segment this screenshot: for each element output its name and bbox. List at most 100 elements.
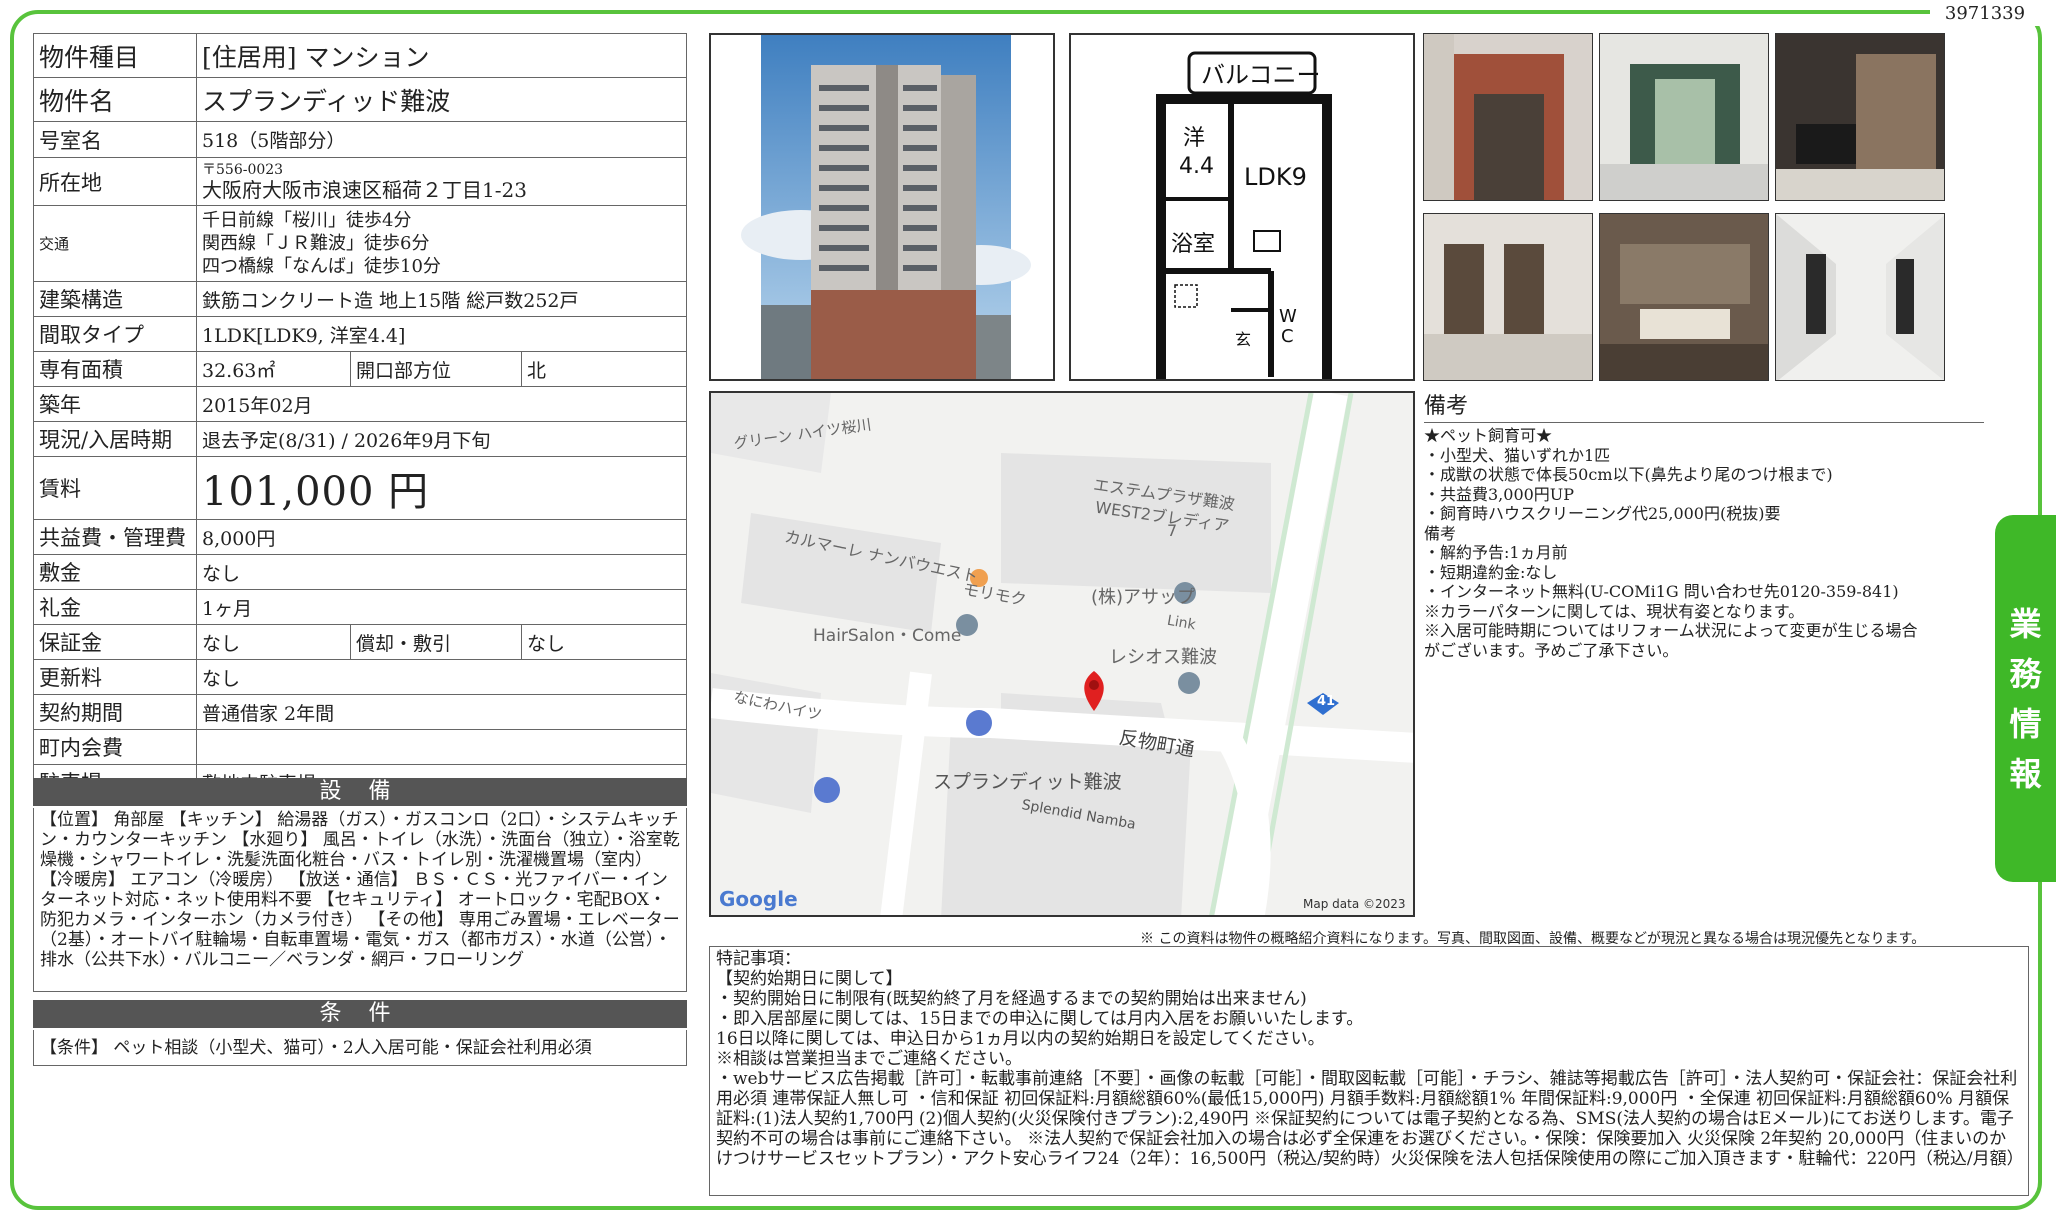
contract-value: 普通借家 2年間 xyxy=(196,694,687,730)
amortization-value: なし xyxy=(521,624,687,660)
remarks-heading: 備考 xyxy=(1424,388,1984,423)
remarks-line: がございます。予めご了承下さい。 xyxy=(1424,640,1679,660)
traffic-value: 千日前線「桜川」徒歩4分 関西線「ＪＲ難波」徒歩6分 四つ橋線「なんば」徒歩10… xyxy=(196,205,687,282)
facing-label: 開口部方位 xyxy=(350,351,522,387)
structure-label: 建築構造 xyxy=(33,281,197,317)
area-value: 32.63㎡ xyxy=(196,351,351,387)
remarks-line: ・飼育時ハウスクリーニング代25,000円(税抜)要 xyxy=(1424,504,1781,523)
equipment-text: 【位置】 角部屋 【キッチン】 給湯器（ガス）・ガスコンロ（2口）・システムキッ… xyxy=(33,808,687,992)
guarantee-value: なし xyxy=(196,624,351,660)
entrance-photo xyxy=(1599,33,1769,201)
map-label-reshios: レシオス難波 xyxy=(1109,647,1217,668)
location-map[interactable]: グリーン ハイツ桜川 エステムプラザ難波 WEST2ブレディア 7 カルマーレ … xyxy=(709,391,1415,917)
notes-line: ・契約開始日に制限有(既契約終了月を経過するまでの契約開始は出来ません) xyxy=(716,989,1307,1009)
notes-paragraph: ・webサービス広告掲載［許可］・転載事前連絡［不要］・画像の転載［可能］・間取… xyxy=(716,1069,2024,1169)
location-label: 所在地 xyxy=(33,157,197,206)
remarks-body: ★ペット飼育可★ ・小型犬、猫いずれか1匹 ・成獣の状態で体長50cm以下(鼻先… xyxy=(1424,426,1984,660)
remarks-line: 備考 xyxy=(1424,523,1457,543)
wc-label-c: C xyxy=(1281,326,1294,347)
entrance-label: 玄 xyxy=(1235,330,1251,349)
amortization-label: 償却・敷引 xyxy=(350,624,522,660)
special-notes: 特記事項： 【契約始期日に関して】 ・契約開始日に制限有(既契約終了月を経過する… xyxy=(709,946,2029,1196)
traffic-line: 四つ橋線「なんば」徒歩10分 xyxy=(202,256,441,277)
business-info-tab[interactable]: 業 務 情 報 xyxy=(1995,515,2056,882)
built-label: 築年 xyxy=(33,386,197,422)
lobby-photo xyxy=(1599,213,1769,381)
location-value: 〒556-0023 大阪府大阪市浪速区稲荷２丁目1-23 xyxy=(196,157,687,206)
area-label: 専有面積 xyxy=(33,351,197,387)
zip-code: 〒556-0023 xyxy=(202,161,284,178)
disclaimer: ※ この資料は物件の概略紹介資料になります。写真、間取図面、設備、概要などが現況… xyxy=(1140,931,1926,947)
tab-char: 情 xyxy=(2009,704,2042,743)
corridor-photo xyxy=(1775,213,1945,381)
map-label-estem-number: 7 xyxy=(1167,521,1178,540)
deposit-value: なし xyxy=(196,554,687,590)
bath-label: 浴室 xyxy=(1171,232,1215,257)
map-label-building: スプランディット難波 xyxy=(933,771,1122,793)
notes-line: 16日以降に関しては、申込日から1ヵ月以内の契約始期日を設定してください。 xyxy=(716,1029,1325,1049)
layout-label: 間取タイプ xyxy=(33,316,197,352)
town-fee-label: 町内会費 xyxy=(33,729,197,765)
renewal-value: なし xyxy=(196,659,687,695)
fee-label: 共益費・管理費 xyxy=(33,519,197,555)
western-room-label: 洋 xyxy=(1183,126,1205,151)
conditions-heading: 条 件 xyxy=(33,1000,687,1028)
tab-char: 報 xyxy=(2009,754,2042,793)
built-value: 2015年02月 xyxy=(196,386,687,422)
rent-label: 賃料 xyxy=(33,456,197,520)
town-fee-value xyxy=(196,729,687,765)
remarks-line: ・解約予告:1ヵ月前 xyxy=(1424,543,1568,562)
map-canvas xyxy=(711,393,1413,915)
type-value: [住居用] マンション xyxy=(196,33,687,78)
remarks-line: ・インターネット無料(U-COMi1G 問い合わせ先0120-359-841) xyxy=(1424,582,1899,601)
wc-label-w: W xyxy=(1279,306,1297,327)
room-label: 号室名 xyxy=(33,121,197,158)
contract-label: 契約期間 xyxy=(33,694,197,730)
notes-line: ・即入居部屋に関しては、15日までの申込に関しては月内入居をお願いいたします。 xyxy=(716,1009,1364,1029)
tab-char: 業 xyxy=(2009,604,2042,643)
name-label: 物件名 xyxy=(33,77,197,122)
renewal-label: 更新料 xyxy=(33,659,197,695)
building-photo xyxy=(741,35,1031,379)
facing-value: 北 xyxy=(521,351,687,387)
notes-line: 【契約始期日に関して】 xyxy=(716,969,903,989)
floor-plan: バルコニー 洋 4.4 LDK9 浴室 W C 玄 xyxy=(1156,51,1332,379)
remarks-line: ※カラーパターンに関しては、現状有姿となります。 xyxy=(1424,601,1805,621)
tab-char: 務 xyxy=(2009,654,2042,693)
status-value: 退去予定(8/31) / 2026年9月下旬 xyxy=(196,421,687,457)
key-money-value: 1ヶ月 xyxy=(196,589,687,625)
structure-value: 鉄筋コンクリート造 地上15階 総戸数252戸 xyxy=(196,281,687,317)
address: 大阪府大阪市浪速区稲荷２丁目1-23 xyxy=(202,177,527,202)
traffic-line: 千日前線「桜川」徒歩4分 xyxy=(202,210,412,231)
guarantee-label: 保証金 xyxy=(33,624,197,660)
notes-line: 特記事項： xyxy=(716,949,801,969)
key-money-label: 礼金 xyxy=(33,589,197,625)
exterior-photo xyxy=(1423,33,1593,201)
equipment-heading: 設 備 xyxy=(33,778,687,806)
name-value: スプランディッド難波 xyxy=(196,77,687,122)
remarks-line: ※入居可能時期についてはリフォーム状況によって変更が生じる場合 xyxy=(1424,621,1918,640)
conditions-text: 【条件】 ペット相談（小型犬、猫可）・2人入居可能・保証会社利用必須 xyxy=(33,1030,687,1066)
floor-plan-frame: バルコニー 洋 4.4 LDK9 浴室 W C 玄 xyxy=(1069,33,1415,381)
remarks-line: ・共益費3,000円UP xyxy=(1424,484,1575,504)
traffic-line: 関西線「ＪＲ難波」徒歩6分 xyxy=(202,233,430,254)
lounge-photo xyxy=(1775,33,1945,201)
traffic-label: 交通 xyxy=(33,205,197,282)
remarks-line: ・成獣の状態で体長50cm以下(鼻先より尾のつけ根まで) xyxy=(1424,465,1833,484)
remarks-line: ★ペット飼育可★ xyxy=(1424,426,1553,445)
ldk-label: LDK9 xyxy=(1244,163,1307,191)
deposit-label: 敷金 xyxy=(33,554,197,590)
fee-value: 8,000円 xyxy=(196,519,687,555)
remarks-line: ・小型犬、猫いずれか1匹 xyxy=(1424,445,1611,465)
remarks-line: ・短期違約金:なし xyxy=(1424,562,1558,582)
type-label: 物件種目 xyxy=(33,33,197,78)
map-attribution: Map data ©2023 xyxy=(1303,897,1406,911)
western-room-size: 4.4 xyxy=(1179,154,1214,179)
layout-value: 1LDK[LDK9, 洋室4.4] xyxy=(196,316,687,352)
building-photo-frame xyxy=(709,33,1055,381)
room-value: 518（5階部分） xyxy=(196,121,687,158)
route-number: 41 xyxy=(1317,694,1336,709)
balcony-label: バルコニー xyxy=(1201,61,1321,89)
notes-line: ※相談は営業担当までご連絡ください。 xyxy=(716,1049,1022,1069)
map-label-hairsalon: HairSalon・Come xyxy=(813,626,962,646)
